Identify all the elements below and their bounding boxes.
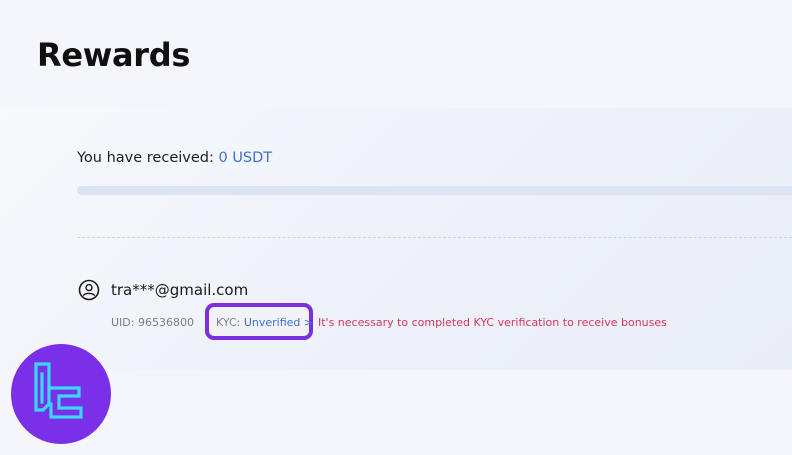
uid-row: UID: 96536800 [111, 316, 194, 329]
received-label: You have received: [77, 150, 214, 166]
received-amount: 0 USDT [218, 150, 273, 166]
kyc-link[interactable]: KYC: Unverified > [216, 316, 313, 329]
kyc-label: KYC: [216, 316, 241, 329]
account-email: tra***@gmail.com [111, 281, 249, 299]
kyc-warning-text: It's necessary to completed KYC verifica… [318, 316, 667, 329]
user-circle-icon [78, 279, 100, 301]
divider [77, 237, 792, 238]
tc-logo-icon [11, 344, 111, 444]
rewards-progress-bar [77, 186, 792, 195]
tc-logo-icon [34, 362, 83, 419]
page-title: Rewards [37, 36, 191, 74]
rewards-card [0, 108, 792, 370]
received-row: You have received: 0 USDT [77, 150, 272, 166]
uid-text: UID: 96536800 [111, 316, 194, 329]
rewards-page: Rewards You have received: 0 USDT tra***… [0, 0, 792, 455]
kyc-status[interactable]: Unverified > [244, 316, 313, 329]
